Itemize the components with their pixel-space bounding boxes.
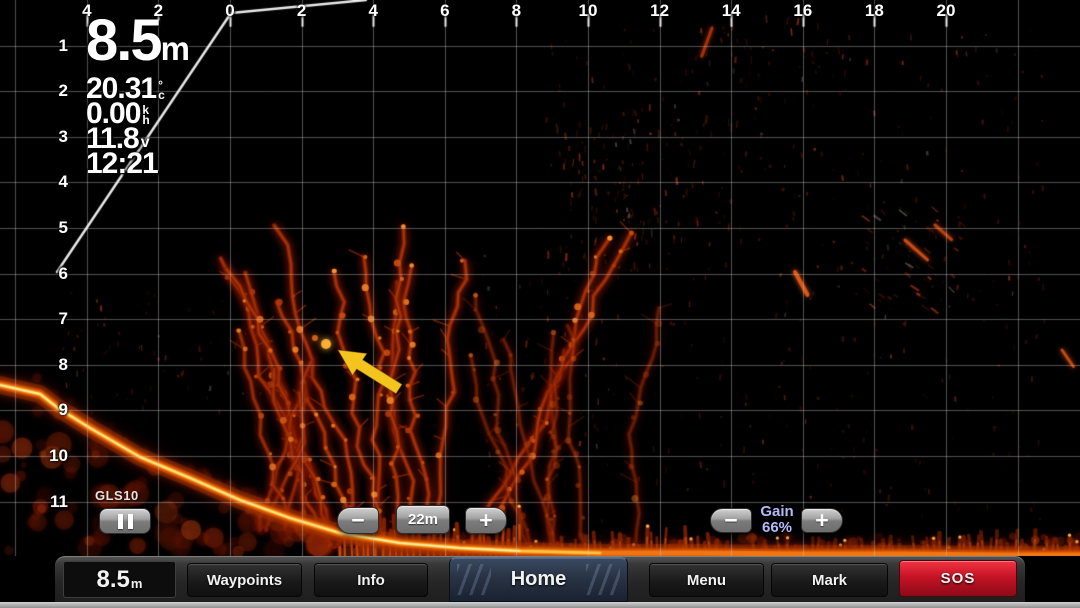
depth-axis-label: 11 xyxy=(42,492,68,512)
depth-axis-label: 6 xyxy=(42,264,68,284)
depth-axis-label: 9 xyxy=(42,400,68,420)
range-increase-button[interactable]: + xyxy=(465,507,507,534)
top-axis-label: 20 xyxy=(933,1,959,21)
range-decrease-button[interactable]: − xyxy=(337,507,379,534)
gain-increase-button[interactable]: + xyxy=(801,508,843,533)
gain-label: Gain xyxy=(751,504,803,520)
top-axis-label: 12 xyxy=(647,1,673,21)
minus-icon: − xyxy=(351,510,364,530)
depth-axis-label: 4 xyxy=(42,172,68,192)
bottom-toolbar: 8.5m Waypoints Info Home Menu Mark SOS xyxy=(0,556,1080,602)
depth-axis-label: 5 xyxy=(42,218,68,238)
top-axis-label: 16 xyxy=(790,1,816,21)
top-axis-label: 0 xyxy=(217,1,243,21)
top-axis-label: 14 xyxy=(718,1,744,21)
gain-value: 66% xyxy=(751,520,803,536)
gain-decrease-button[interactable]: − xyxy=(710,508,752,533)
waypoints-button[interactable]: Waypoints xyxy=(187,563,302,597)
home-button-stripes xyxy=(586,564,620,595)
home-button-label: Home xyxy=(511,568,567,591)
top-axis-label: 2 xyxy=(289,1,315,21)
plus-icon: + xyxy=(479,510,492,530)
toolbar-background: 8.5m Waypoints Info Home Menu Mark SOS xyxy=(55,556,1025,602)
depth-axis-label: 2 xyxy=(42,81,68,101)
top-axis-label: 8 xyxy=(503,1,529,21)
range-value-button[interactable]: 22m xyxy=(396,505,450,534)
depth-display-button[interactable]: 8.5m xyxy=(63,561,176,598)
home-button-stripes xyxy=(457,564,491,595)
depth-axis-label: 1 xyxy=(42,36,68,56)
depth-axis-label: 10 xyxy=(42,446,68,466)
depth-display-value: 8.5 xyxy=(97,566,130,594)
clock-readout: 12:21 xyxy=(86,151,190,176)
info-button[interactable]: Info xyxy=(314,563,428,597)
depth-display-unit: m xyxy=(131,576,143,591)
top-axis-label: 18 xyxy=(861,1,887,21)
bottom-edge-strip xyxy=(0,602,1080,608)
annotation-arrow-icon xyxy=(330,340,414,404)
pause-button[interactable] xyxy=(99,508,151,534)
gain-readout: Gain 66% xyxy=(751,504,803,536)
sos-button[interactable]: SOS xyxy=(899,560,1017,597)
menu-button[interactable]: Menu xyxy=(649,563,764,597)
home-button[interactable]: Home xyxy=(449,557,628,602)
plus-icon: + xyxy=(815,510,828,530)
depth-axis-label: 8 xyxy=(42,355,68,375)
minus-icon: − xyxy=(724,510,737,530)
transducer-model-label: GLS10 xyxy=(95,488,139,503)
depth-axis-label: 3 xyxy=(42,127,68,147)
range-value: 22m xyxy=(408,511,438,528)
top-axis-label: 4 xyxy=(360,1,386,21)
top-axis-label: 6 xyxy=(432,1,458,21)
pause-icon xyxy=(118,514,133,529)
mark-button[interactable]: Mark xyxy=(771,563,888,597)
depth-readout: 8.5m xyxy=(86,14,190,76)
depth-axis-label: 7 xyxy=(42,309,68,329)
top-axis-label: 10 xyxy=(575,1,601,21)
data-overlay: 8.5m 20.31 °c 0.00 kh 11.8 v 12:21 xyxy=(86,14,190,176)
